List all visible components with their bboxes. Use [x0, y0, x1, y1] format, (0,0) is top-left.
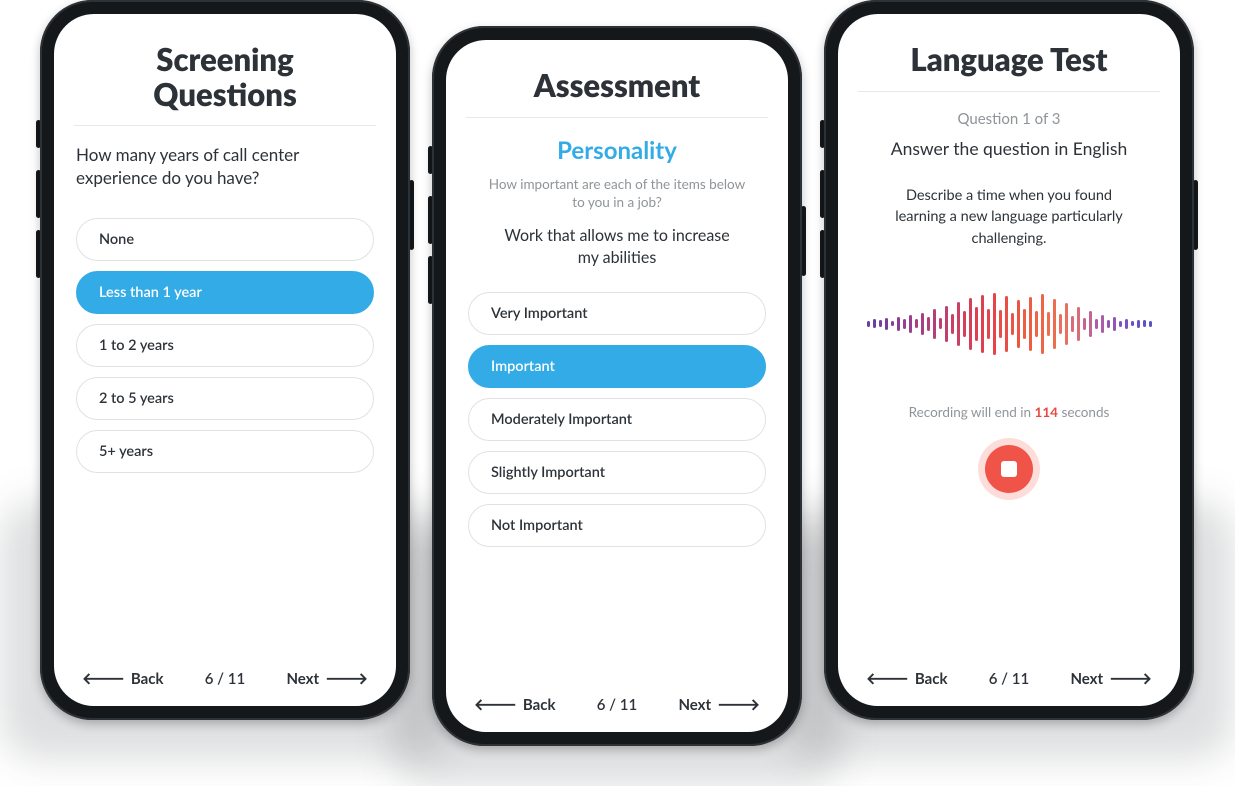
option-3[interactable]: Slightly Important: [468, 451, 766, 494]
page-indicator: 6 / 11: [205, 670, 245, 688]
option-1[interactable]: Less than 1 year: [76, 271, 374, 314]
divider: [858, 91, 1160, 92]
language-instruction: Answer the question in English: [860, 138, 1158, 159]
option-0[interactable]: None: [76, 218, 374, 261]
recording-countdown: Recording will end in 114 seconds: [860, 404, 1158, 420]
option-4[interactable]: Not Important: [468, 504, 766, 547]
option-0[interactable]: Very Important: [468, 292, 766, 335]
question-counter: Question 1 of 3: [860, 110, 1158, 128]
page-indicator: 6 / 11: [597, 696, 637, 714]
back-button[interactable]: 🡐Back: [474, 696, 556, 714]
back-button[interactable]: 🡐Back: [866, 670, 948, 688]
footer-nav: 🡐Back 6 / 11 Next🡒: [468, 684, 766, 714]
option-3[interactable]: 2 to 5 years: [76, 377, 374, 420]
footer-nav: 🡐Back 6 / 11 Next🡒: [76, 658, 374, 688]
option-4[interactable]: 5+ years: [76, 430, 374, 473]
arrow-right-icon: 🡒: [325, 671, 368, 687]
arrow-left-icon: 🡐: [474, 697, 517, 713]
language-title: Language Test: [860, 42, 1158, 77]
divider: [74, 125, 376, 126]
screening-title: ScreeningQuestions: [76, 42, 374, 111]
option-1[interactable]: Important: [468, 345, 766, 388]
screening-question: How many years of call center experience…: [76, 144, 374, 190]
divider: [466, 117, 768, 118]
back-button[interactable]: 🡐Back: [82, 670, 164, 688]
phone-language-test: Language Test Question 1 of 3 Answer the…: [824, 0, 1194, 720]
arrow-right-icon: 🡒: [1109, 671, 1152, 687]
option-2[interactable]: Moderately Important: [468, 398, 766, 441]
arrow-left-icon: 🡐: [866, 671, 909, 687]
next-button[interactable]: Next🡒: [1070, 670, 1152, 688]
page-indicator: 6 / 11: [989, 670, 1029, 688]
next-button[interactable]: Next🡒: [286, 670, 368, 688]
phone-assessment: Assessment Personality How important are…: [432, 26, 802, 746]
footer-nav: 🡐Back 6 / 11 Next🡒: [860, 658, 1158, 688]
phone-screening: ScreeningQuestions How many years of cal…: [40, 0, 410, 720]
option-2[interactable]: 1 to 2 years: [76, 324, 374, 367]
assessment-title: Assessment: [468, 68, 766, 103]
screening-options: None Less than 1 year 1 to 2 years 2 to 5 y…: [76, 218, 374, 473]
language-prompt: Describe a time when you found learning …: [884, 185, 1134, 250]
assessment-section: Personality: [468, 136, 766, 165]
arrow-left-icon: 🡐: [82, 671, 125, 687]
audio-waveform-icon: [860, 284, 1158, 364]
stop-recording-button[interactable]: [978, 438, 1040, 500]
stop-icon: [1001, 461, 1017, 477]
arrow-right-icon: 🡒: [717, 697, 760, 713]
assessment-options: Very Important Important Moderately Import…: [468, 292, 766, 547]
next-button[interactable]: Next🡒: [678, 696, 760, 714]
assessment-lead: How important are each of the items belo…: [482, 175, 752, 211]
assessment-statement: Work that allows me to increase my abili…: [497, 225, 737, 268]
